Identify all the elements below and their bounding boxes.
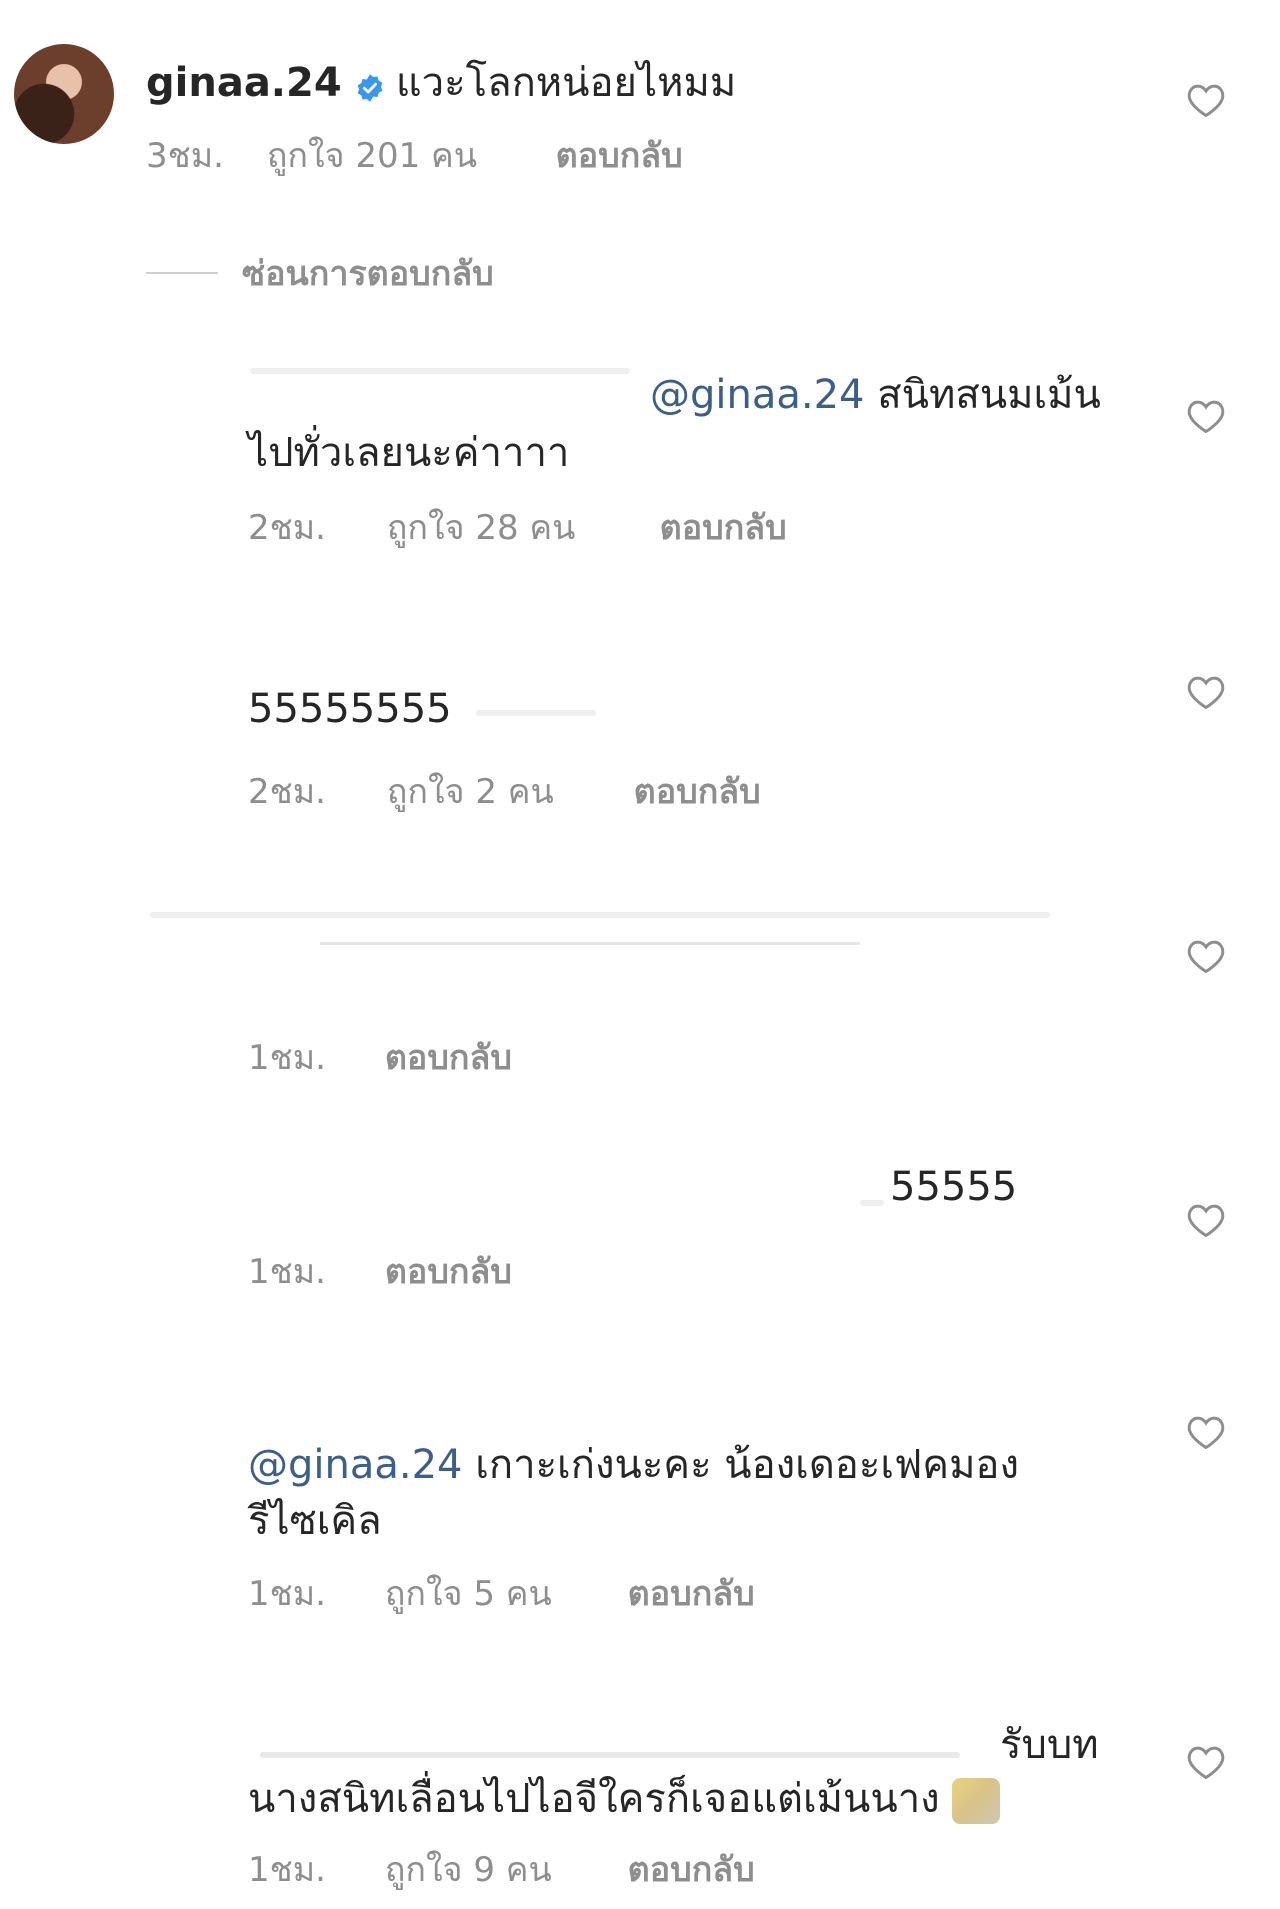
- reply-text: สนิทสนมเม้น: [877, 372, 1101, 418]
- parent-comment: ginaa.24 แวะโลกหน่อยไหมม: [146, 50, 736, 114]
- comment-time: 3ชม.: [146, 136, 224, 176]
- reply-meta: 1ชม. ถูกใจ 5 คน ตอบกลับ: [248, 1566, 755, 1620]
- mention-link[interactable]: @ginaa.24: [248, 1442, 463, 1488]
- reply-button[interactable]: ตอบกลับ: [628, 1566, 755, 1620]
- divider-line: [146, 272, 218, 274]
- reply-button[interactable]: ตอบกลับ: [556, 128, 683, 182]
- reply-time: 2ชม.: [248, 772, 326, 812]
- avatar[interactable]: [14, 44, 114, 144]
- reply-meta: 1ชม. ตอบกลับ: [248, 1244, 512, 1298]
- reply-button[interactable]: ตอบกลับ: [660, 500, 787, 554]
- reply-time: 1ชม.: [248, 1850, 326, 1890]
- hide-replies-toggle[interactable]: ซ่อนการตอบกลับ: [146, 246, 494, 300]
- heart-outline-icon[interactable]: [1186, 1414, 1226, 1450]
- reply-meta: 2ชม. ถูกใจ 28 คน ตอบกลับ: [248, 500, 787, 554]
- heart-outline-icon[interactable]: [1186, 1202, 1226, 1238]
- comment-text: แวะโลกหน่อยไหมม: [395, 60, 737, 106]
- reply-text-line2: นางสนิทเลื่อนไปไอจีใครก็เจอแต่เม้นนาง: [248, 1766, 1001, 1830]
- reply-text-line1: รับบท: [1000, 1722, 1099, 1768]
- heart-outline-icon[interactable]: [1186, 1744, 1226, 1780]
- reply-time: 2ชม.: [248, 508, 326, 548]
- reply-meta: 1ชม. ตอบกลับ: [248, 1030, 512, 1084]
- reply-text: 55555555: [248, 686, 452, 732]
- redacted-username: [860, 1200, 884, 1206]
- blurred-emoji: [952, 1778, 1001, 1824]
- reply-time: 1ชม.: [248, 1038, 326, 1078]
- heart-outline-icon[interactable]: [1186, 674, 1226, 710]
- reply-button[interactable]: ตอบกลับ: [634, 764, 761, 818]
- comment-username[interactable]: ginaa.24: [146, 60, 342, 106]
- reply-likes[interactable]: ถูกใจ 5 คน: [385, 1566, 617, 1620]
- reply-text-line1: @ginaa.24 สนิทสนมเม้น: [650, 362, 1101, 426]
- reply-likes[interactable]: ถูกใจ 28 คน: [387, 500, 649, 554]
- reply-text: นางสนิทเลื่อนไปไอจีใครก็เจอแต่เม้นนาง: [248, 1776, 940, 1822]
- reply-meta: 1ชม. ถูกใจ 9 คน ตอบกลับ: [248, 1842, 755, 1896]
- heart-outline-icon[interactable]: [1186, 398, 1226, 434]
- reply-likes[interactable]: ถูกใจ 2 คน: [387, 764, 623, 818]
- redacted-text: [476, 710, 596, 716]
- hide-replies-label: ซ่อนการตอบกลับ: [242, 254, 494, 294]
- redacted-username: [250, 368, 630, 374]
- reply-text-line2: ไปทั่วเลยนะค่าาาา: [248, 430, 570, 476]
- reply-time: 1ชม.: [248, 1252, 326, 1292]
- verified-badge-icon: [357, 73, 383, 102]
- reply-button[interactable]: ตอบกลับ: [628, 1842, 755, 1896]
- redacted-text: [320, 942, 860, 945]
- heart-outline-icon[interactable]: [1186, 938, 1226, 974]
- reply-likes[interactable]: ถูกใจ 9 คน: [385, 1842, 617, 1896]
- redacted-text: [150, 912, 1050, 918]
- redacted-username: [260, 1752, 960, 1758]
- reply-button[interactable]: ตอบกลับ: [385, 1244, 512, 1298]
- heart-outline-icon[interactable]: [1186, 82, 1226, 118]
- reply-text: 55555: [890, 1164, 1018, 1210]
- reply-text: เกาะเก่งนะคะ น้องเดอะเฟคมอง: [475, 1442, 1019, 1488]
- mention-link[interactable]: @ginaa.24: [650, 372, 865, 418]
- reply-text-line1: @ginaa.24 เกาะเก่งนะคะ น้องเดอะเฟคมอง: [248, 1432, 1019, 1496]
- comment-meta: 3ชม. ถูกใจ 201 คน ตอบกลับ: [146, 128, 683, 182]
- comment-likes[interactable]: ถูกใจ 201 คน: [267, 128, 545, 182]
- reply-time: 1ชม.: [248, 1574, 326, 1614]
- reply-meta: 2ชม. ถูกใจ 2 คน ตอบกลับ: [248, 764, 761, 818]
- reply-button[interactable]: ตอบกลับ: [385, 1030, 512, 1084]
- reply-text-line2: รีไซเคิล: [248, 1498, 382, 1544]
